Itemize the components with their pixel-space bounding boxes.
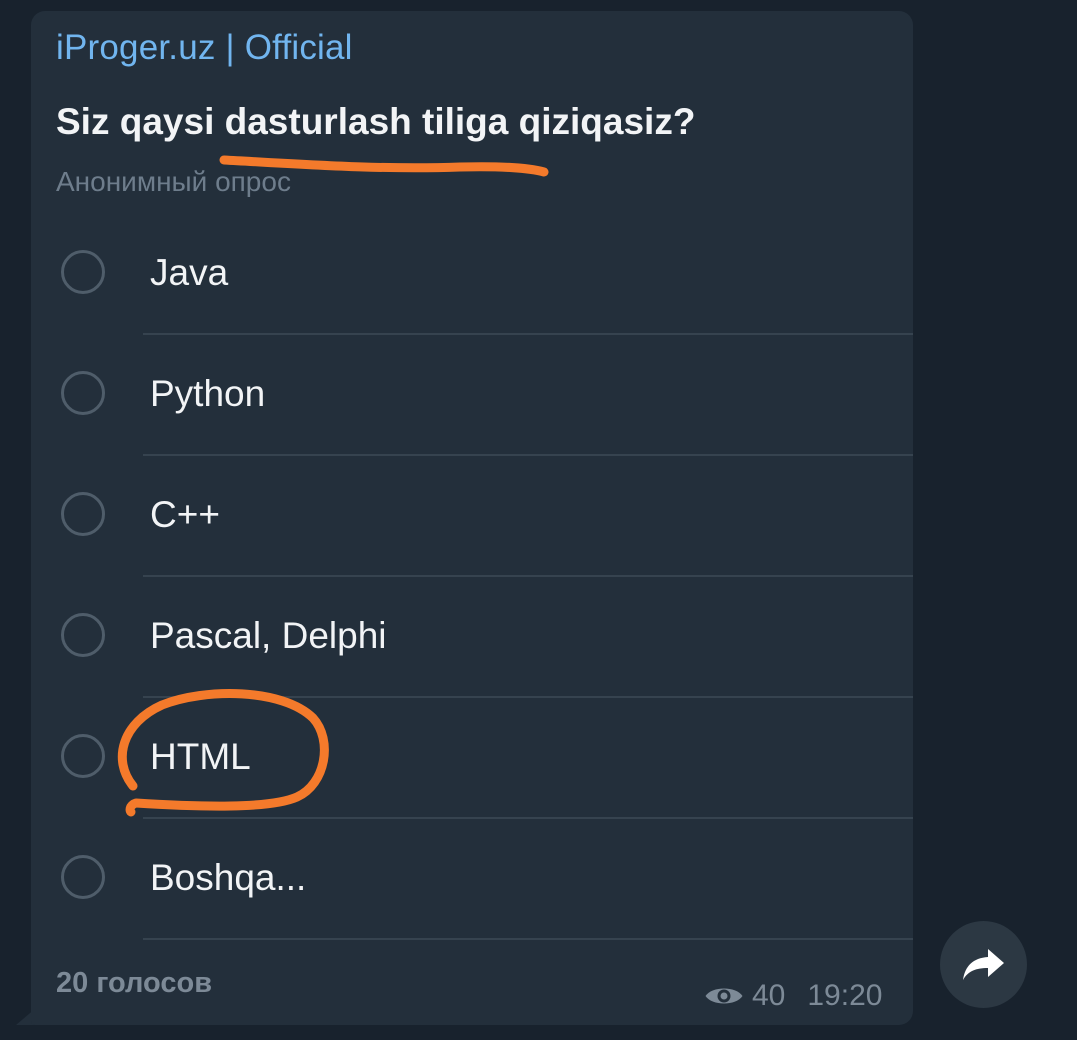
votes-count: 20 голосов <box>56 967 213 999</box>
radio-button[interactable] <box>61 492 105 536</box>
poll-option-boshqa[interactable]: Boshqa... <box>31 819 913 940</box>
views-count: 40 <box>752 979 786 1012</box>
eye-icon <box>705 988 743 1004</box>
message-meta: 40 19:20 <box>704 978 882 1014</box>
chat-screen: iProger.uz | Official Siz qaysi dasturla… <box>0 0 1077 1040</box>
poll-option-html[interactable]: HTML <box>31 698 913 819</box>
share-arrow-icon <box>962 948 1004 980</box>
option-divider <box>143 938 913 940</box>
poll-option-cpp[interactable]: C++ <box>31 456 913 577</box>
share-button[interactable] <box>940 921 1027 1008</box>
radio-button[interactable] <box>61 613 105 657</box>
poll-option-java[interactable]: Java <box>31 214 913 335</box>
poll-option-label: Python <box>150 373 266 414</box>
message-time: 19:20 <box>807 979 883 1012</box>
radio-button[interactable] <box>61 250 105 294</box>
radio-button[interactable] <box>61 371 105 415</box>
poll-option-label: Java <box>150 252 229 293</box>
poll-option-python[interactable]: Python <box>31 335 913 456</box>
radio-button[interactable] <box>61 734 105 778</box>
poll-question: Siz qaysi dasturlash tiliga qiziqasiz? <box>56 101 696 142</box>
poll-option-pascal-delphi[interactable]: Pascal, Delphi <box>31 577 913 698</box>
poll-option-label: Pascal, Delphi <box>150 615 387 656</box>
poll-option-label: HTML <box>150 736 251 777</box>
poll-type-label: Анонимный опрос <box>56 166 291 197</box>
poll-option-label: C++ <box>150 494 220 535</box>
poll-option-label: Boshqa... <box>150 857 307 898</box>
radio-button[interactable] <box>61 855 105 899</box>
channel-name[interactable]: iProger.uz | Official <box>56 28 353 68</box>
